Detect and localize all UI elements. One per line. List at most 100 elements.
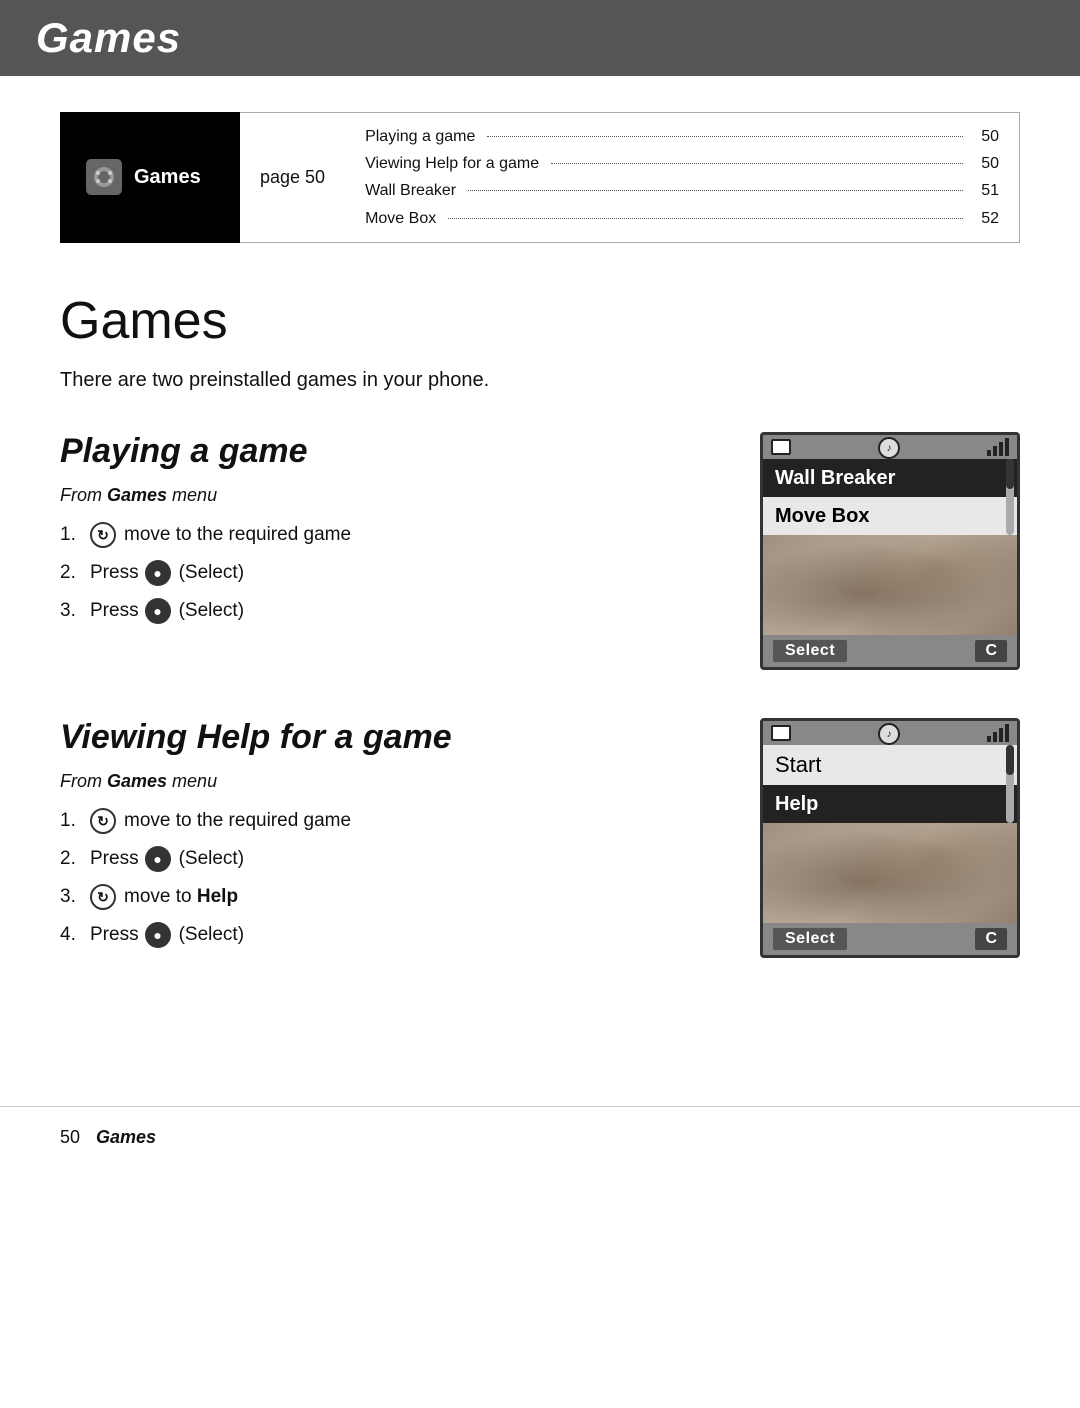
step-2-4-text: Press: [90, 916, 139, 954]
toc-dots-3: [468, 177, 963, 191]
page-intro: There are two preinstalled games in your…: [60, 369, 1020, 392]
phone-scroll-thumb-2: [1006, 745, 1014, 775]
step-2-2-suffix: (Select): [179, 840, 244, 878]
menu-item-wall-breaker-text: Wall Breaker: [775, 467, 895, 489]
section-viewing-help: Viewing Help for a game From Games menu …: [60, 718, 1020, 959]
phone-menu-item-wall-breaker: Wall Breaker: [763, 459, 1017, 497]
step-2-2: 2. Press ● (Select): [60, 840, 720, 878]
toc-entry-3: Wall Breaker 51: [365, 177, 999, 204]
step-2-1-num: 1.: [60, 802, 84, 840]
nav-icon-3: ↻: [90, 884, 116, 910]
section-viewing-help-from-menu: From Games menu: [60, 771, 720, 792]
step-2-4: 4. Press ● (Select): [60, 916, 720, 954]
step-1-3: 3. Press ● (Select): [60, 592, 720, 630]
phone-menu-item-move-box: Move Box: [763, 497, 1017, 535]
step-2-3-text: move to Help: [124, 878, 238, 916]
footer-label: Games: [96, 1127, 156, 1148]
toc-entries: Playing a game 50 Viewing Help for a gam…: [345, 112, 1020, 243]
step-2-1: 1. ↻ move to the required game: [60, 802, 720, 840]
phone-status-left-2: [771, 725, 791, 741]
section-playing: Playing a game From Games menu 1. ↻ move…: [60, 432, 1020, 670]
step-2-2-num: 2.: [60, 840, 84, 878]
step-1-1-text: move to the required game: [124, 516, 351, 554]
status-icon-battery: [771, 439, 791, 455]
phone-softkey-bar-1: Select C: [763, 635, 1017, 667]
toc-page-label: page 50: [260, 167, 325, 188]
phone-signal-icon: [987, 438, 1009, 456]
nav-icon-2: ↻: [90, 808, 116, 834]
toc-entry-1: Playing a game 50: [365, 123, 999, 150]
phone-game-image-2: [763, 823, 1017, 923]
toc-entry-4: Move Box 52: [365, 205, 999, 232]
toc-entry-2-page: 50: [975, 150, 999, 177]
phone-screen-2: ♪ Start Help: [760, 718, 1020, 959]
section-viewing-help-steps: 1. ↻ move to the required game 2. Press …: [60, 802, 720, 954]
phone-menu-area-1: Wall Breaker Move Box: [763, 459, 1017, 535]
phone-softkey-bar-2: Select C: [763, 923, 1017, 955]
toc-entry-2: Viewing Help for a game 50: [365, 150, 999, 177]
toc-entry-4-text: Move Box: [365, 205, 436, 232]
phone-scroll-bar-2: [1006, 745, 1014, 824]
toc-entry-3-text: Wall Breaker: [365, 177, 456, 204]
select-icon-2: ●: [145, 598, 171, 624]
section-playing-steps: 1. ↻ move to the required game 2. Press …: [60, 516, 720, 630]
toc-dots-4: [448, 205, 963, 219]
toc-icon-box: Games: [60, 112, 240, 243]
toc-page-box: page 50: [240, 112, 345, 243]
phone-menu-item-help: Help: [763, 785, 1017, 823]
status-icon-battery-2: [771, 725, 791, 741]
step-1-2-text: Press: [90, 554, 139, 592]
toc-icon-label: Games: [134, 166, 201, 189]
select-icon-4: ●: [145, 922, 171, 948]
step-2-2-text: Press: [90, 840, 139, 878]
section-viewing-help-heading: Viewing Help for a game: [60, 718, 720, 757]
signal-bar-2-3: [999, 728, 1003, 742]
section-playing-from-menu: From Games menu: [60, 485, 720, 506]
toc-entry-4-page: 52: [975, 205, 999, 232]
phone-screen-1: ♪ Wall Breaker Move Box: [760, 432, 1020, 670]
step-1-1-num: 1.: [60, 516, 84, 554]
page-heading: Games: [60, 291, 1020, 351]
signal-bar-2-2: [993, 732, 997, 742]
header-title: Games: [36, 14, 181, 61]
phone-scroll-bar-1: [1006, 459, 1014, 535]
footer-page-num: 50: [60, 1127, 80, 1148]
phone-status-bar-2: ♪: [763, 721, 1017, 745]
status-icon-ring-2: ♪: [878, 723, 900, 745]
softkey-c-1: C: [975, 640, 1007, 662]
softkey-c-2: C: [975, 928, 1007, 950]
step-2-1-text: move to the required game: [124, 802, 351, 840]
toc-entry-3-page: 51: [975, 177, 999, 204]
section-playing-text: Playing a game From Games menu 1. ↻ move…: [60, 432, 720, 630]
softkey-select-1: Select: [773, 640, 847, 662]
section-playing-heading: Playing a game: [60, 432, 720, 471]
main-content: Games page 50 Playing a game 50 Viewing …: [0, 76, 1080, 1066]
step-1-3-num: 3.: [60, 592, 84, 630]
softkey-select-2: Select: [773, 928, 847, 950]
games-icon: [84, 157, 124, 197]
header-banner: Games: [0, 0, 1080, 76]
phone-screenshot-1: ♪ Wall Breaker Move Box: [760, 432, 1020, 670]
toc-dots-2: [551, 150, 963, 164]
nav-icon-1: ↻: [90, 522, 116, 548]
phone-scroll-thumb-1: [1006, 459, 1014, 489]
signal-bar-4: [1005, 438, 1009, 456]
toc-row: Games page 50 Playing a game 50 Viewing …: [60, 112, 1020, 243]
page-footer: 50 Games: [0, 1106, 1080, 1168]
signal-bar-1: [987, 450, 991, 456]
menu-item-help-text: Help: [775, 793, 818, 815]
toc-entry-1-page: 50: [975, 123, 999, 150]
phone-screenshot-2: ♪ Start Help: [760, 718, 1020, 959]
step-2-4-suffix: (Select): [179, 916, 244, 954]
step-1-3-suffix: (Select): [179, 592, 244, 630]
phone-status-center-2: ♪: [878, 721, 900, 746]
step-2-3: 3. ↻ move to Help: [60, 878, 720, 916]
step-1-3-text: Press: [90, 592, 139, 630]
signal-bar-2-1: [987, 736, 991, 742]
section-viewing-help-text: Viewing Help for a game From Games menu …: [60, 718, 720, 954]
menu-item-start-text: Start: [775, 752, 821, 777]
signal-bar-3: [999, 442, 1003, 456]
step-2-3-num: 3.: [60, 878, 84, 916]
phone-menu-area-2: Start Help: [763, 745, 1017, 824]
step-1-2-suffix: (Select): [179, 554, 244, 592]
